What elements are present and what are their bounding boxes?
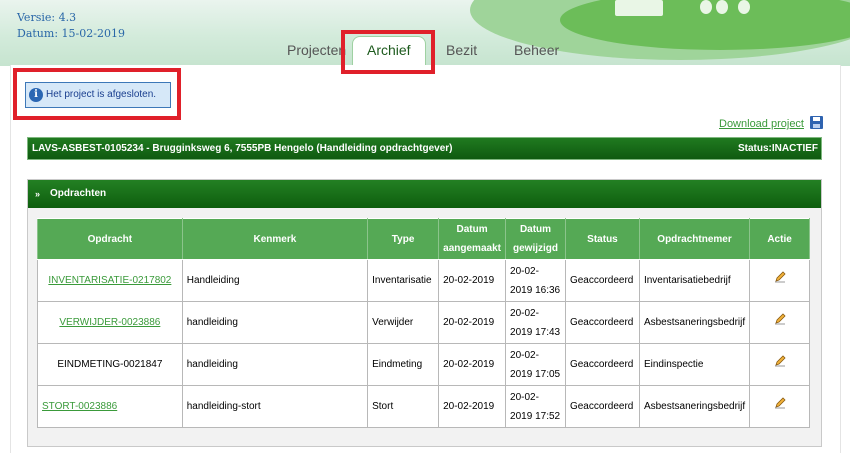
opdracht-link[interactable]: STORT-0023886 xyxy=(42,401,117,412)
table-row: INVENTARISATIE-0217802 Handleiding Inven… xyxy=(37,259,810,302)
gewijzigd-cell: 20-02-2019 16:36 xyxy=(505,259,566,302)
info-message-text: Het project is afgesloten. xyxy=(46,89,157,100)
project-title-bar: LAVS-ASBEST-0105234 - Brugginksweg 6, 75… xyxy=(27,137,822,160)
tree-decoration xyxy=(716,0,728,14)
column-header-opdracht[interactable]: Opdracht xyxy=(37,218,183,260)
table-row: VERWIJDER-0023886 handleiding Verwijder … xyxy=(37,301,810,344)
panel-title: Opdrachten xyxy=(50,188,107,199)
opdrachtnemer-cell: Inventarisatiebedrijf xyxy=(638,259,751,302)
opdracht-text: EINDMETING-0021847 xyxy=(37,343,183,386)
tree-decoration xyxy=(738,0,750,14)
opdracht-link[interactable]: INVENTARISATIE-0217802 xyxy=(48,275,171,286)
kenmerk-cell: handleiding-stort xyxy=(181,385,369,428)
gewijzigd-cell: 20-02-2019 17:52 xyxy=(505,385,566,428)
type-cell: Stort xyxy=(367,385,440,428)
gewijzigd-cell: 20-02-2019 17:05 xyxy=(505,343,566,386)
column-header-type[interactable]: Type xyxy=(367,218,440,260)
tab-projecten[interactable]: Projecten xyxy=(287,42,346,58)
truck-decoration xyxy=(615,0,663,16)
opdrachten-table: Opdracht Kenmerk Type Datum aangemaakt D… xyxy=(37,218,810,428)
kenmerk-cell: Handleiding xyxy=(181,259,369,302)
table-row: EINDMETING-0021847 handleiding Eindmetin… xyxy=(37,343,810,386)
status-cell: Geaccordeerd xyxy=(564,301,640,344)
type-cell: Eindmeting xyxy=(367,343,440,386)
info-icon: i xyxy=(29,88,43,102)
aangemaakt-cell: 20-02-2019 xyxy=(438,301,507,344)
status-cell: Geaccordeerd xyxy=(564,385,640,428)
aangemaakt-cell: 20-02-2019 xyxy=(438,343,507,386)
kenmerk-cell: handleiding xyxy=(181,343,369,386)
opdrachtnemer-cell: Asbestsaneringsbedrijf xyxy=(638,301,751,344)
table-row: STORT-0023886 handleiding-stort Stort 20… xyxy=(37,385,810,428)
tab-beheer[interactable]: Beheer xyxy=(514,42,559,58)
status-cell: Geaccordeerd xyxy=(564,259,640,302)
column-header-status[interactable]: Status xyxy=(564,218,640,260)
opdracht-link[interactable]: VERWIJDER-0023886 xyxy=(59,317,160,328)
edit-pencil-icon[interactable] xyxy=(774,271,786,283)
edit-pencil-icon[interactable] xyxy=(774,355,786,367)
edit-pencil-icon[interactable] xyxy=(774,397,786,409)
type-cell: Verwijder xyxy=(367,301,440,344)
opdrachtnemer-cell: Eindinspectie xyxy=(638,343,751,386)
aangemaakt-cell: 20-02-2019 xyxy=(438,385,507,428)
project-title: LAVS-ASBEST-0105234 - Brugginksweg 6, 75… xyxy=(32,143,453,154)
tree-decoration xyxy=(700,0,712,14)
kenmerk-cell: handleiding xyxy=(181,301,369,344)
column-header-actie: Actie xyxy=(749,218,810,260)
column-header-datum-aangemaakt[interactable]: Datum aangemaakt xyxy=(438,218,507,260)
status-cell: Geaccordeerd xyxy=(564,343,640,386)
version-label: Versie: 4.3 xyxy=(17,11,77,24)
opdrachtnemer-cell: Asbestsaneringsbedrijf xyxy=(638,385,751,428)
opdrachten-panel-header[interactable]: » Opdrachten xyxy=(28,180,821,208)
table-header-row: Opdracht Kenmerk Type Datum aangemaakt D… xyxy=(37,218,810,260)
highlight-box-tab xyxy=(341,30,435,74)
tab-bezit[interactable]: Bezit xyxy=(446,42,477,58)
type-cell: Inventarisatie xyxy=(367,259,440,302)
project-status: Status:INACTIEF xyxy=(738,143,818,154)
save-icon[interactable] xyxy=(810,116,823,129)
download-project-link[interactable]: Download project xyxy=(719,118,804,130)
edit-pencil-icon[interactable] xyxy=(774,313,786,325)
aangemaakt-cell: 20-02-2019 xyxy=(438,259,507,302)
chevron-down-icon[interactable]: » xyxy=(35,180,40,208)
column-header-kenmerk[interactable]: Kenmerk xyxy=(181,218,369,260)
column-header-opdrachtnemer[interactable]: Opdrachtnemer xyxy=(638,218,751,260)
info-message: i Het project is afgesloten. xyxy=(25,82,171,108)
gewijzigd-cell: 20-02-2019 17:43 xyxy=(505,301,566,344)
column-header-datum-gewijzigd[interactable]: Datum gewijzigd xyxy=(505,218,566,260)
